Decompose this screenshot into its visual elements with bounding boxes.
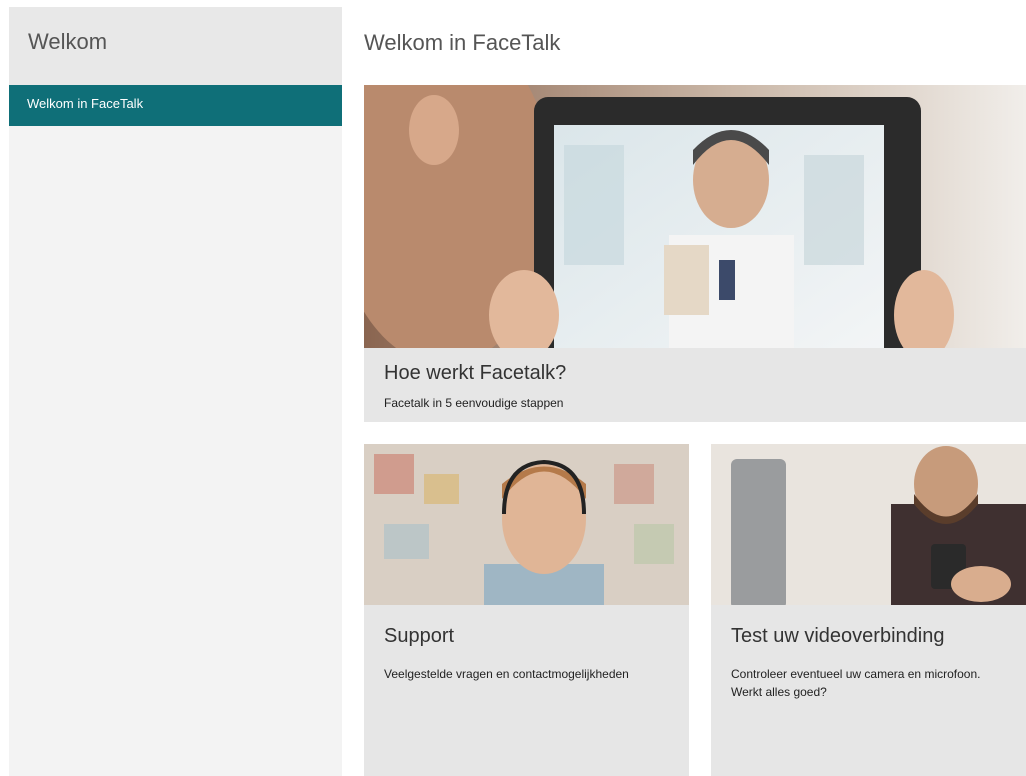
support-card[interactable]: Support Veelgestelde vragen en contactmo… xyxy=(364,444,689,776)
card-description: Veelgestelde vragen en contactmogelijkhe… xyxy=(384,667,629,681)
card-description: Controleer eventueel uw camera en microf… xyxy=(731,667,981,699)
card-title: Support xyxy=(384,625,455,647)
sidebar: Welkom Welkom in FaceTalk xyxy=(9,7,342,776)
test-video-connection-card[interactable]: Test uw videoverbinding Controleer event… xyxy=(711,444,1026,776)
sidebar-header: Welkom xyxy=(9,7,342,85)
how-facetalk-works-card[interactable]: Hoe werkt Facetalk? Facetalk in 5 eenvou… xyxy=(364,85,1026,422)
card-title: Hoe werkt Facetalk? xyxy=(384,362,567,384)
video-call-tablet-photo xyxy=(364,85,1026,348)
card-title: Test uw videoverbinding xyxy=(731,625,945,647)
card-description: Facetalk in 5 eenvoudige stappen xyxy=(384,396,564,410)
support-agent-photo xyxy=(364,444,689,605)
sidebar-item-label: Welkom in FaceTalk xyxy=(27,96,144,111)
sidebar-item-welkom-in-facetalk[interactable]: Welkom in FaceTalk xyxy=(9,85,342,126)
main-content: Welkom in FaceTalk Hoe werkt Facetalk? F… xyxy=(364,0,1026,776)
page-title: Welkom in FaceTalk xyxy=(364,30,561,55)
man-with-phone-photo xyxy=(711,444,1026,605)
